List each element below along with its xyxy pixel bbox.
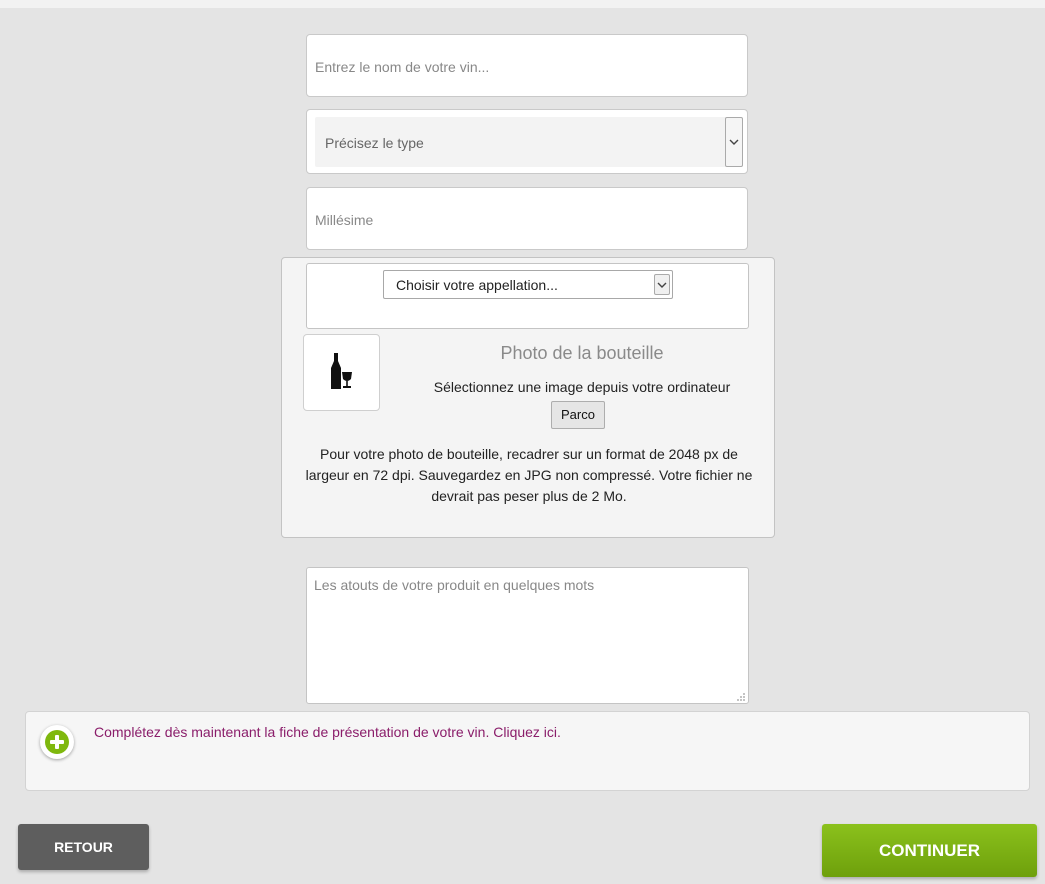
vintage-placeholder: Millésime (315, 212, 374, 228)
back-button[interactable]: RETOUR (18, 824, 149, 870)
bottle-thumbnail[interactable] (303, 334, 380, 411)
continue-button[interactable]: CONTINUER (822, 824, 1037, 877)
wine-type-select-inner[interactable]: Précisez le type (315, 117, 727, 167)
appellation-box: Choisir votre appellation... (306, 263, 749, 329)
wine-name-input[interactable]: Entrez le nom de votre vin... (306, 34, 748, 97)
wine-type-placeholder: Précisez le type (325, 135, 424, 151)
resize-grip-icon[interactable] (736, 691, 746, 701)
chevron-down-icon[interactable] (654, 274, 670, 295)
info-box: Complétez dès maintenant la fiche de pré… (25, 711, 1030, 791)
appellation-select-value: Choisir votre appellation... (396, 277, 558, 293)
vintage-input[interactable]: Millésime (306, 187, 748, 250)
description-placeholder: Les atouts de votre produit en quelques … (314, 577, 595, 593)
wine-type-select[interactable]: Précisez le type (306, 109, 748, 174)
chevron-down-icon[interactable] (725, 117, 743, 167)
wine-bottle-glass-icon (331, 353, 352, 389)
description-textarea[interactable]: Les atouts de votre produit en quelques … (306, 567, 749, 704)
photo-panel: Choisir votre appellation... Photo de la… (281, 257, 775, 538)
appellation-select[interactable]: Choisir votre appellation... (383, 270, 673, 299)
photo-help-text: Pour votre photo de bouteille, recadrer … (305, 446, 753, 504)
photo-title: Photo de la bouteille (500, 343, 664, 363)
wine-name-placeholder: Entrez le nom de votre vin... (315, 59, 490, 75)
complete-sheet-link[interactable]: Complétez dès maintenant la fiche de pré… (94, 724, 561, 740)
browse-button[interactable]: Parco (551, 401, 605, 429)
photo-subtitle: Sélectionnez une image depuis votre ordi… (433, 379, 731, 395)
plus-circle-icon[interactable] (40, 725, 74, 759)
top-strip (0, 0, 1045, 8)
